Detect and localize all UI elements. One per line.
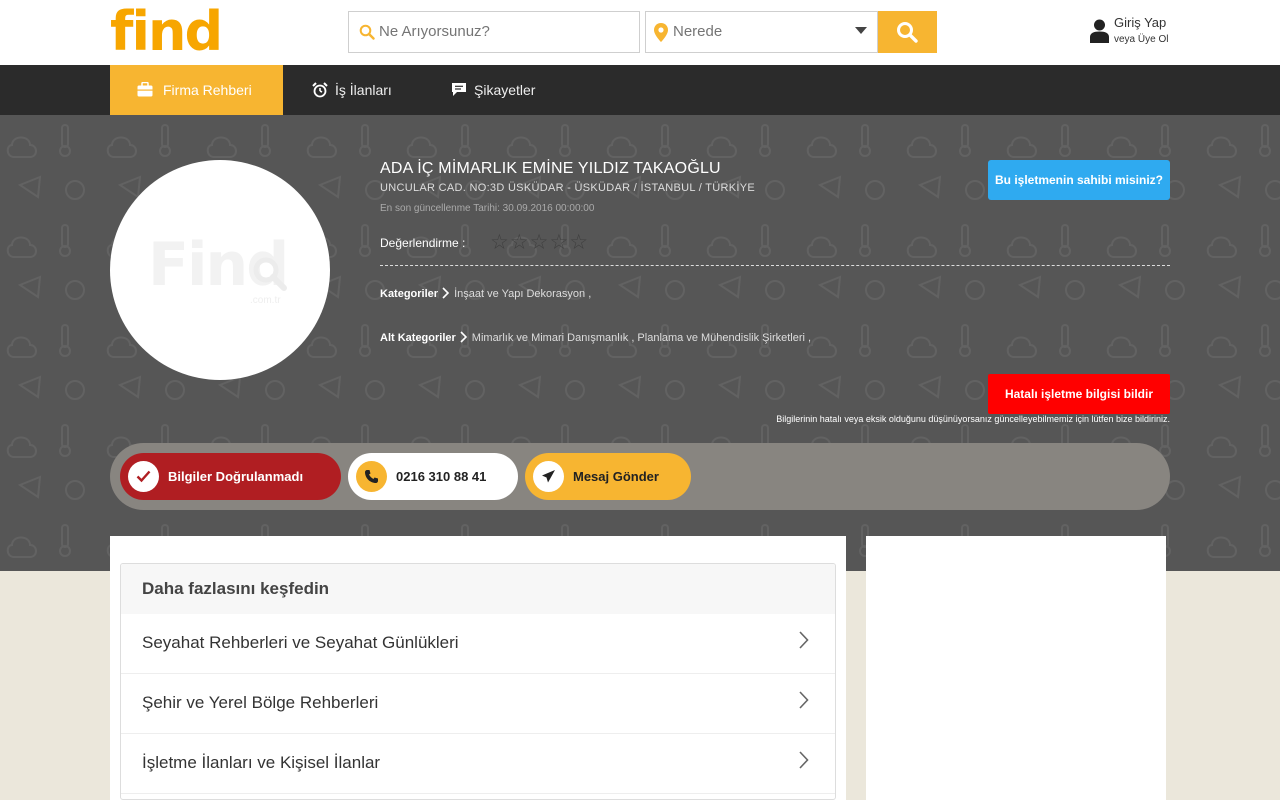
explore-item-label: Seyahat Rehberleri ve Seyahat Günlükleri xyxy=(142,633,459,652)
search-icon xyxy=(897,22,918,43)
last-updated: En son güncellenme Tarihi: 30.09.2016 00… xyxy=(380,203,595,214)
categories-value[interactable]: İnşaat ve Yapı Dekorasyon , xyxy=(454,288,591,300)
search-icon xyxy=(359,24,375,45)
logo-watermark-domain: .com.tr xyxy=(250,295,281,306)
explore-item-city-guides[interactable]: Şehir ve Yerel Bölge Rehberleri xyxy=(121,674,835,734)
sidebar-panel xyxy=(866,536,1166,800)
send-icon xyxy=(533,461,564,492)
location-input[interactable] xyxy=(673,23,853,40)
action-bar: Bilgiler Doğrulanmadı 0216 310 88 41 Mes… xyxy=(110,443,1170,510)
explore-item-label: İşletme İlanları ve Kişisel İlanlar xyxy=(142,753,381,772)
subcategories-label: Alt Kategoriler xyxy=(380,332,456,344)
send-message-label: Mesaj Gönder xyxy=(573,469,659,484)
divider xyxy=(380,265,1170,266)
rating-stars[interactable]: ☆☆☆☆☆ xyxy=(490,230,589,255)
map-pin-icon xyxy=(654,23,668,47)
phone-icon xyxy=(356,461,387,492)
explore-header: Daha fazlasını keşfedin xyxy=(121,564,835,614)
alarm-clock-icon xyxy=(312,82,328,98)
tab-label: Şikayetler xyxy=(474,82,536,98)
chat-icon xyxy=(452,83,466,96)
site-header: find Giriş Yap veya Üye Ol xyxy=(0,0,1280,65)
checkmark-icon xyxy=(128,461,159,492)
subcategories-row: Alt Kategoriler Mimarlık ve Mimari Danışm… xyxy=(380,331,811,344)
categories-label: Kategoriler xyxy=(380,288,439,300)
explore-item-travel[interactable]: Seyahat Rehberleri ve Seyahat Günlükleri xyxy=(121,614,835,674)
tab-sikayetler[interactable]: Şikayetler xyxy=(421,65,571,115)
explore-more-box: Daha fazlasını keşfedin Seyahat Rehberle… xyxy=(120,563,836,800)
user-icon xyxy=(1090,19,1109,48)
chevron-right-icon xyxy=(799,691,809,709)
location-field[interactable] xyxy=(645,11,878,53)
search-button[interactable] xyxy=(878,11,937,53)
chevron-down-icon[interactable] xyxy=(855,27,867,34)
tab-is-ilanlari[interactable]: İş İlanları xyxy=(283,65,421,115)
chevron-right-icon xyxy=(460,331,467,343)
business-name: ADA İÇ MİMARLIK EMİNE YILDIZ TAKAOĞLU xyxy=(380,160,721,177)
register-link[interactable]: veya Üye Ol xyxy=(1114,34,1168,45)
search-field[interactable] xyxy=(348,11,640,53)
phone-number: 0216 310 88 41 xyxy=(396,469,487,484)
tab-label: Firma Rehberi xyxy=(163,82,252,98)
business-hero: Find .com.tr ADA İÇ MİMARLIK EMİNE YILDI… xyxy=(0,115,1280,571)
send-message-button[interactable]: Mesaj Gönder xyxy=(525,453,691,500)
categories-row: Kategoriler İnşaat ve Yapı Dekorasyon , xyxy=(380,287,591,300)
claim-business-button[interactable]: Bu işletmenin sahibi misiniz? xyxy=(988,160,1170,200)
chevron-right-icon xyxy=(799,751,809,769)
verification-status-button[interactable]: Bilgiler Doğrulanmadı xyxy=(120,453,341,500)
magnifier-icon xyxy=(253,257,287,291)
verification-label: Bilgiler Doğrulanmadı xyxy=(168,469,304,484)
search-input[interactable] xyxy=(379,23,629,40)
briefcase-icon xyxy=(137,82,153,97)
login-title[interactable]: Giriş Yap xyxy=(1114,15,1166,30)
chevron-right-icon xyxy=(799,631,809,649)
rating-label: Değerlendirme : xyxy=(380,236,466,250)
business-address: UNCULAR CAD. NO:3D ÜSKÜDAR - ÜSKÜDAR / İ… xyxy=(380,182,756,194)
phone-button[interactable]: 0216 310 88 41 xyxy=(348,453,518,500)
main-nav: Firma Rehberi İş İlanları Şikayetler xyxy=(0,65,1280,115)
report-error-button[interactable]: Hatalı işletme bilgisi bildir xyxy=(988,374,1170,414)
explore-title: Daha fazlasını keşfedin xyxy=(142,579,330,598)
report-note: Bilgilerinin hatalı veya eksik olduğunu … xyxy=(776,414,1170,424)
explore-item-label: Şehir ve Yerel Bölge Rehberleri xyxy=(142,693,379,712)
subcategories-value[interactable]: Mimarlık ve Mimari Danışmanlık , Planlam… xyxy=(472,332,811,344)
main-content: Daha fazlasını keşfedin Seyahat Rehberle… xyxy=(110,536,846,800)
business-logo: Find .com.tr xyxy=(110,160,330,380)
tab-label: İş İlanları xyxy=(335,82,392,98)
find-logo[interactable]: find xyxy=(110,2,223,62)
explore-item-business-listings[interactable]: İşletme İlanları ve Kişisel İlanlar xyxy=(121,734,835,794)
tab-firma-rehberi[interactable]: Firma Rehberi xyxy=(110,65,283,115)
chevron-right-icon xyxy=(442,287,450,299)
login-link[interactable]: Giriş Yap veya Üye Ol xyxy=(1090,15,1270,51)
